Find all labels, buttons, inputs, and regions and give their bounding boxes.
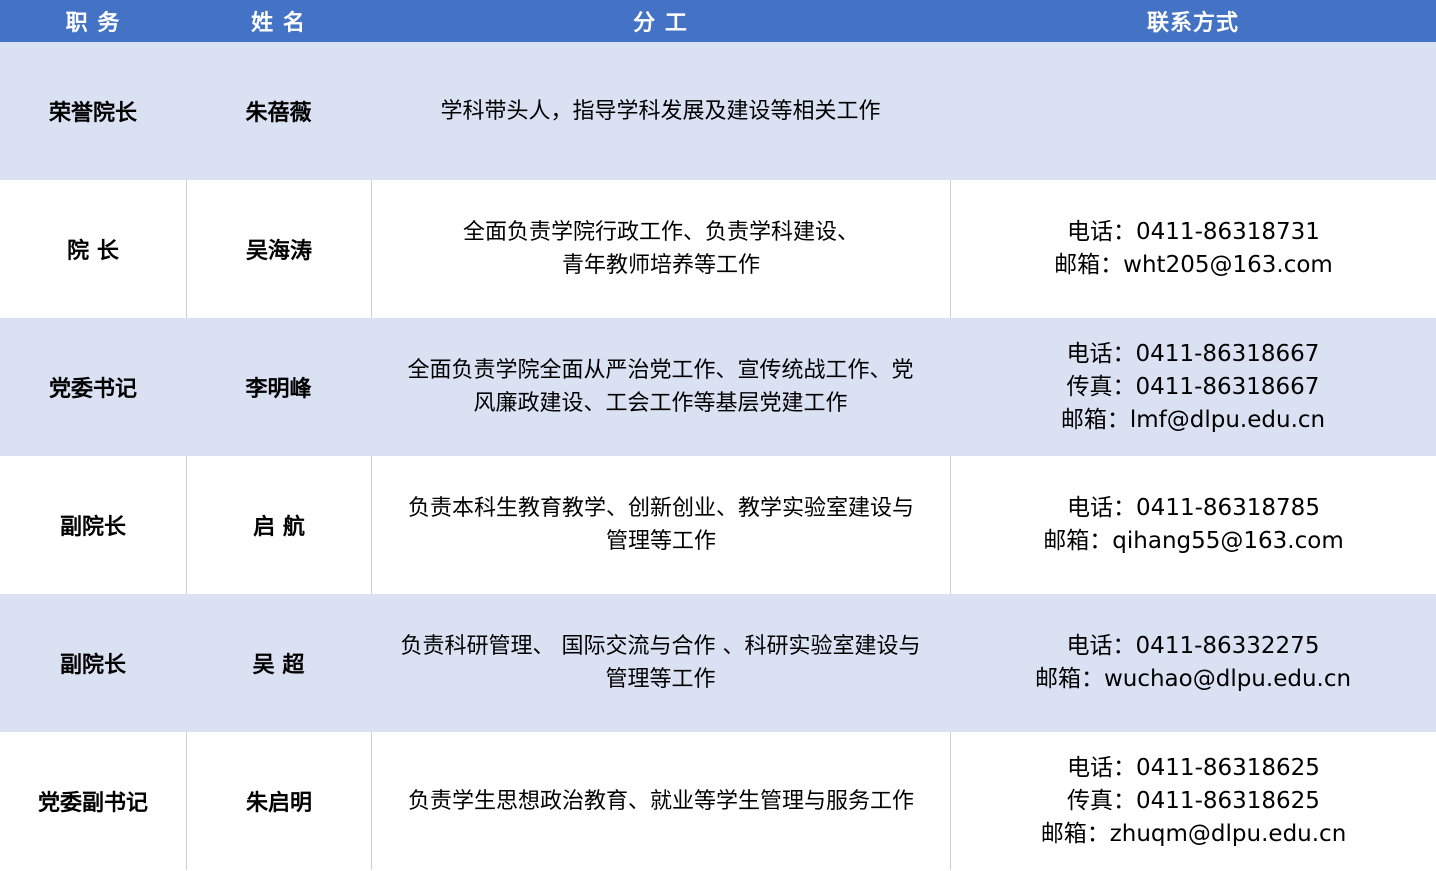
table-row: 副院长吴 超负责科研管理、 国际交流与合作 、科研实验室建设与 管理等工作 电话：0…	[0, 594, 1436, 732]
contact-line: 邮箱：wuchao@dlpu.edu.cn	[1034, 666, 1352, 692]
cell-title: 副院长	[59, 653, 126, 678]
cell-contact: 电话：0411-86318731 邮箱：wht205@163.com	[950, 180, 1436, 318]
cell-duty: 负责科研管理、 国际交流与合作 、科研实验室建设与 管理等工作	[371, 594, 950, 732]
duty-line: 负责本科生教育教学、创新创业、教学实验室建设与	[407, 496, 914, 521]
table-row: 党委书记 李明峰 全面负责学院全面从严治党工作、宣传统战工作、党 风廉政建设、工会工作…	[0, 318, 1436, 456]
contact-line: 电话：0411-86318731	[1067, 219, 1320, 245]
cell-duty: 学科带头人，指导学科发展及建设等相关工作	[371, 42, 950, 180]
cell-duty: 全面负责学院全面从严治党工作、宣传统战工作、党 风廉政建设、工会工作等基层党建工作	[371, 318, 950, 456]
contact-line: 电话：0411-86318667	[1066, 340, 1320, 367]
table-header: 职 务 姓 名 分 工 联系方式	[0, 0, 1436, 42]
header-contact: 联系方式	[1146, 11, 1239, 36]
cell-title: 院 长	[67, 239, 119, 264]
cell-name: 吴 超	[252, 653, 305, 678]
cell-duty: 负责本科生教育教学、创新创业、教学实验室建设与 管理等工作	[371, 456, 950, 594]
cell-name: 朱启明	[186, 732, 371, 870]
cell-name: 朱蓓薇	[245, 101, 312, 126]
cell-name: 李明峰	[245, 377, 312, 402]
contact-line: 邮箱：lmf@dlpu.edu.cn	[1060, 406, 1326, 433]
table-row: 党委副书记 朱启明 负责学生思想政治教育、就业等学生管理与服务工作 电话：0411-8…	[0, 732, 1436, 871]
duty-line: 风廉政建设、工会工作等基层党建工作	[473, 391, 848, 416]
duty-line: 学科带头人，指导学科发展及建设等相关工作	[440, 98, 881, 124]
cell-contact: 电话：0411-86318785 邮箱：qihang55@163.com	[950, 456, 1436, 594]
table-row: 副院长启 航负责本科生教育教学、创新创业、教学实验室建设与 管理等工作 电话：041…	[0, 456, 1436, 594]
contact-line: 电话：0411-86318625	[1067, 754, 1320, 781]
cell-duty: 全面负责学院行政工作、负责学科建设、 青年教师培养等工作	[371, 180, 950, 318]
duty-line: 青年教师培养等工作	[561, 253, 760, 278]
cell-contact: 电话：0411-86332275 邮箱：wuchao@dlpu.edu.cn	[950, 594, 1436, 732]
cell-title: 党委书记	[48, 377, 137, 402]
cell-title: 党委副书记	[37, 791, 148, 816]
table-row: 荣誉院长 朱蓓薇 学科带头人，指导学科发展及建设等相关工作	[0, 42, 1436, 180]
contact-line: 电话：0411-86332275	[1066, 633, 1320, 659]
duty-line: 全面负责学院全面从严治党工作、宣传统战工作、党	[407, 358, 914, 383]
header-title: 职 务	[65, 11, 121, 36]
duty-line: 负责学生思想政治教育、就业等学生管理与服务工作	[407, 788, 914, 814]
contact-line: 邮箱：qihang55@163.com	[1043, 528, 1344, 554]
table-row: 院 长吴海涛 全面负责学院行政工作、负责学科建设、 青年教师培养等工作 电话：0411…	[0, 180, 1436, 318]
contact-line: 传真：0411-86318667	[1066, 373, 1320, 400]
cell-contact: 电话：0411-86318625 传真：0411-86318625 邮箱：zhuqm…	[950, 732, 1436, 870]
cell-name: 吴海涛	[186, 180, 371, 318]
contact-line: 邮箱：wht205@163.com	[1054, 252, 1333, 278]
contact-line: 传真：0411-86318625	[1067, 787, 1320, 814]
header-duty: 分 工	[633, 11, 688, 36]
duty-line: 全面负责学院行政工作、负责学科建设、	[462, 220, 859, 245]
duty-line: 负责科研管理、 国际交流与合作 、科研实验室建设与	[400, 634, 921, 659]
cell-name: 启 航	[186, 456, 371, 594]
duty-line: 管理等工作	[605, 667, 716, 692]
cell-duty: 负责学生思想政治教育、就业等学生管理与服务工作	[371, 732, 950, 870]
cell-title: 副院长	[59, 515, 126, 540]
cell-title: 荣誉院长	[48, 101, 137, 126]
header-name: 姓 名	[251, 11, 306, 36]
duty-line: 管理等工作	[605, 529, 716, 554]
staff-table: 职 务 姓 名 分 工 联系方式 荣誉院长 朱蓓薇 学科带头人，指导学科发展及建设等…	[0, 0, 1436, 871]
cell-contact	[950, 42, 1436, 180]
contact-line: 电话：0411-86318785	[1067, 495, 1320, 521]
cell-contact: 电话：0411-86318667 传真：0411-86318667 邮箱：lmf@d…	[950, 318, 1436, 456]
contact-line: 邮箱：zhuqm@dlpu.edu.cn	[1040, 820, 1347, 847]
